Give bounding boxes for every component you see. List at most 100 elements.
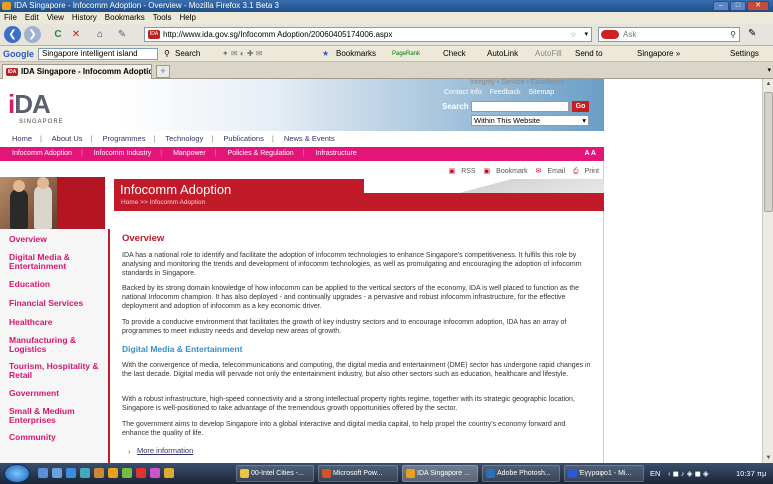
taskbar-button-photoshop[interactable]: Adobe Photosh... bbox=[482, 465, 560, 482]
search-icon[interactable]: ⚲ bbox=[164, 46, 170, 62]
rss-link[interactable]: RSS bbox=[461, 168, 475, 175]
menu-edit[interactable]: Edit bbox=[25, 12, 39, 24]
star-icon[interactable]: ★ bbox=[322, 46, 329, 62]
show-desktop-icon[interactable] bbox=[38, 468, 48, 478]
menu-view[interactable]: View bbox=[47, 12, 64, 24]
bookmark-link[interactable]: Bookmark bbox=[496, 168, 528, 175]
forward-button[interactable]: ❯ bbox=[24, 26, 41, 43]
quicklaunch-icon[interactable] bbox=[136, 468, 146, 478]
nav-policies-regulation[interactable]: Policies & Regulation bbox=[228, 150, 294, 157]
url-bar[interactable]: IDA http://www.ida.gov.sg/Infocomm Adopt… bbox=[144, 27, 592, 42]
feedback-link[interactable]: Feedback bbox=[490, 89, 521, 96]
tab-list-icon[interactable]: ▾ bbox=[767, 66, 771, 74]
sidebar-item-sme[interactable]: Small & Medium Enterprises bbox=[9, 407, 105, 425]
contact-info-link[interactable]: Contact Info bbox=[444, 89, 482, 96]
sidebar-item-overview[interactable]: Overview bbox=[9, 235, 105, 244]
switch-windows-icon[interactable] bbox=[52, 468, 62, 478]
scroll-down-icon[interactable]: ▼ bbox=[763, 453, 773, 463]
sidebar-item-digital-media[interactable]: Digital Media & Entertainment bbox=[9, 253, 105, 271]
quicklaunch-icon[interactable] bbox=[94, 468, 104, 478]
nav-technology[interactable]: Technology bbox=[165, 134, 203, 143]
nav-programmes[interactable]: Programmes bbox=[103, 134, 146, 143]
google-search-button[interactable]: Search bbox=[175, 46, 200, 62]
nav-infocomm-adoption[interactable]: Infocomm Adoption bbox=[12, 150, 72, 157]
stop-icon[interactable]: ✕ bbox=[70, 29, 82, 40]
taskbar-button-word[interactable]: Έγγραφο1 - Mi... bbox=[564, 465, 644, 482]
nav-about-us[interactable]: About Us bbox=[52, 134, 83, 143]
menu-bookmarks[interactable]: Bookmarks bbox=[105, 12, 145, 24]
sidebar-item-manufacturing[interactable]: Manufacturing & Logistics bbox=[9, 336, 105, 354]
settings-button[interactable]: Settings bbox=[730, 46, 759, 62]
sidebar-item-education[interactable]: Education bbox=[9, 280, 105, 289]
menu-help[interactable]: Help bbox=[179, 12, 195, 24]
nav-home[interactable]: Home bbox=[12, 134, 32, 143]
menu-history[interactable]: History bbox=[72, 12, 97, 24]
site-search-go-button[interactable]: Go bbox=[572, 101, 589, 112]
reload-icon[interactable]: C bbox=[52, 29, 64, 40]
nav-infocomm-industry[interactable]: Infocomm Industry bbox=[94, 150, 152, 157]
clock[interactable]: 10:37 πμ bbox=[736, 463, 766, 484]
close-button[interactable]: ✕ bbox=[747, 1, 769, 11]
ask-search-box[interactable]: Ask ⚲ bbox=[598, 27, 740, 42]
back-button[interactable]: ❮ bbox=[4, 26, 21, 43]
quicklaunch-icon[interactable] bbox=[80, 468, 90, 478]
site-search-input[interactable] bbox=[471, 101, 569, 112]
vertical-scrollbar[interactable]: ▲ ▼ bbox=[762, 79, 773, 463]
search-scope-select[interactable]: Within This Website ▾ bbox=[471, 115, 589, 126]
new-tab-button[interactable]: + bbox=[156, 65, 170, 78]
sidebar-item-community[interactable]: Community bbox=[9, 433, 105, 442]
firefox-icon[interactable] bbox=[108, 468, 118, 478]
menu-file[interactable]: File bbox=[4, 12, 17, 24]
nav-publications[interactable]: Publications bbox=[223, 134, 263, 143]
ida-logo[interactable]: iDA bbox=[8, 89, 51, 120]
taskbar-button-powerpoint[interactable]: Microsoft Pow... bbox=[318, 465, 398, 482]
more-information-link[interactable]: More information bbox=[137, 446, 193, 455]
tray-icons[interactable]: ‹ ◼ ♪ ◈ ◼ ◈ bbox=[668, 463, 709, 484]
start-button[interactable] bbox=[4, 464, 30, 483]
pagerank-indicator[interactable]: PageRank bbox=[392, 46, 420, 62]
tab-ida-singapore[interactable]: IDA IDA Singapore - Infocomm Adoption ..… bbox=[2, 64, 152, 79]
scrollbar-thumb[interactable] bbox=[764, 92, 773, 212]
email-link[interactable]: Email bbox=[548, 168, 566, 175]
bookmarks-button[interactable]: Bookmarks bbox=[336, 46, 376, 62]
taskbar-button-intel-cities[interactable]: 00-Intel Cities -... bbox=[236, 465, 314, 482]
ie-icon[interactable] bbox=[66, 468, 76, 478]
quicklaunch-icon[interactable] bbox=[122, 468, 132, 478]
breadcrumb[interactable]: Home >> Infocomm Adoption bbox=[121, 199, 205, 206]
taskbar-button-firefox[interactable]: IDA Singapore ... bbox=[402, 465, 478, 482]
site-header: iDA SINGAPORE Contact Info Feedback Site… bbox=[0, 79, 604, 131]
google-search-input[interactable]: Singapore intelligent island bbox=[38, 48, 158, 60]
text-size-buttons[interactable]: A A bbox=[584, 147, 596, 161]
tools-icon[interactable]: ✎ bbox=[116, 29, 128, 40]
search-icon[interactable]: ⚲ bbox=[730, 28, 736, 41]
check-button[interactable]: Check bbox=[443, 46, 466, 62]
singapore-bookmark-button[interactable]: Singapore » bbox=[637, 46, 680, 62]
nav-infrastructure[interactable]: Infrastructure bbox=[315, 150, 356, 157]
sidebar-item-government[interactable]: Government bbox=[9, 389, 105, 398]
google-logo[interactable]: Google bbox=[3, 46, 34, 62]
nav-news-events[interactable]: News & Events bbox=[284, 134, 335, 143]
send-to-button[interactable]: Send to bbox=[575, 46, 603, 62]
bookmark-star-icon[interactable]: ☆ bbox=[570, 28, 577, 41]
nav-manpower[interactable]: Manpower bbox=[173, 150, 206, 157]
scroll-up-icon[interactable]: ▲ bbox=[763, 79, 773, 89]
sidebar-item-healthcare[interactable]: Healthcare bbox=[9, 318, 105, 327]
url-dropdown-icon[interactable]: ▾ bbox=[584, 28, 588, 41]
minimize-button[interactable]: – bbox=[713, 1, 729, 11]
print-link[interactable]: Print bbox=[585, 168, 599, 175]
toolbar-icons-group[interactable]: ✦ ✉ ◐ ✚ ✉ bbox=[222, 46, 263, 62]
quicklaunch-icon[interactable] bbox=[164, 468, 174, 478]
autolink-button[interactable]: AutoLink bbox=[487, 46, 518, 62]
language-indicator[interactable]: EN bbox=[650, 463, 660, 484]
bullet-icon: › bbox=[128, 447, 131, 456]
sidebar-item-financial-services[interactable]: Financial Services bbox=[9, 299, 105, 308]
ask-engine-icon[interactable] bbox=[601, 30, 619, 39]
menu-tools[interactable]: Tools bbox=[153, 12, 172, 24]
maximize-button[interactable]: □ bbox=[730, 1, 746, 11]
sidebar-item-tourism[interactable]: Tourism, Hospitality & Retail bbox=[9, 362, 105, 380]
autofill-button[interactable]: AutoFill bbox=[535, 46, 562, 62]
home-icon[interactable]: ⌂ bbox=[94, 29, 106, 40]
sitemap-link[interactable]: Sitemap bbox=[528, 89, 554, 96]
addon-icon[interactable]: ✎ bbox=[748, 28, 756, 39]
quicklaunch-icon[interactable] bbox=[150, 468, 160, 478]
